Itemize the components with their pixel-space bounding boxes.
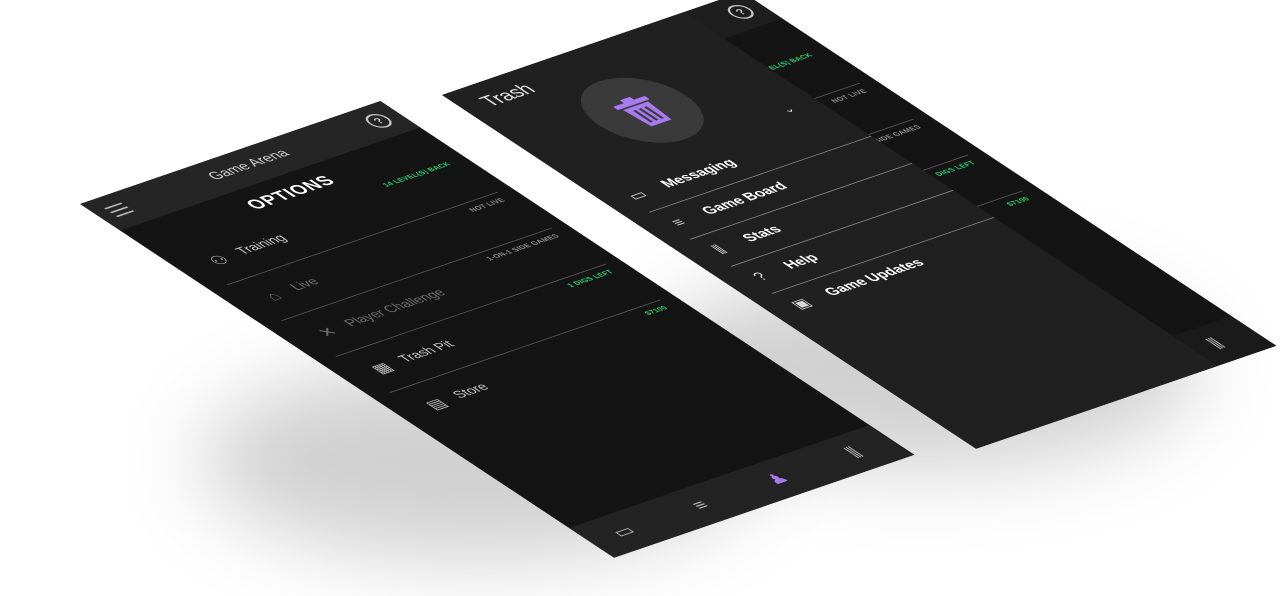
option-status: $7100 bbox=[1004, 195, 1032, 208]
training-icon: ⚇ bbox=[204, 252, 235, 269]
game-board-icon: ≡ bbox=[666, 215, 691, 230]
trash-pit-icon: ▦ bbox=[366, 360, 398, 377]
game-board-icon[interactable]: ≡ bbox=[677, 494, 724, 517]
crossed-swords-icon: ✕ bbox=[313, 324, 343, 340]
messaging-icon[interactable]: ▭ bbox=[601, 520, 648, 543]
option-label: Live bbox=[286, 275, 324, 293]
option-label: Training bbox=[231, 232, 291, 257]
messaging-icon: ▭ bbox=[623, 187, 653, 203]
player-icon[interactable]: ♟ bbox=[754, 468, 801, 491]
option-label: Trash Pit bbox=[394, 338, 459, 365]
help-icon: ? bbox=[748, 269, 773, 284]
stats-icon[interactable]: ⫼ bbox=[831, 441, 878, 464]
drawer-title: Trash bbox=[473, 80, 541, 110]
option-label: Store bbox=[448, 381, 493, 401]
store-icon: ▤ bbox=[420, 396, 452, 412]
avatar[interactable] bbox=[555, 66, 730, 154]
clipboard-icon: ▣ bbox=[786, 296, 816, 312]
stage: Game Arena ? OPTIONS ⚇ Training 14 LEVEL… bbox=[0, 0, 1280, 596]
stats-icon[interactable]: ⫼ bbox=[1193, 332, 1240, 355]
menu-item-label: Help bbox=[779, 251, 824, 272]
live-icon: ⌂ bbox=[260, 289, 287, 304]
help-icon[interactable]: ? bbox=[722, 2, 760, 22]
chevron-down-icon[interactable]: ⌄ bbox=[776, 103, 800, 116]
bottom-nav: ▭ ≡ ♟ ⫼ bbox=[568, 424, 915, 558]
menu-item-label: Stats bbox=[739, 223, 786, 245]
stats-icon: ⫼ bbox=[708, 243, 731, 256]
trash-can-icon bbox=[613, 96, 672, 127]
option-status: $7100 bbox=[642, 304, 670, 317]
